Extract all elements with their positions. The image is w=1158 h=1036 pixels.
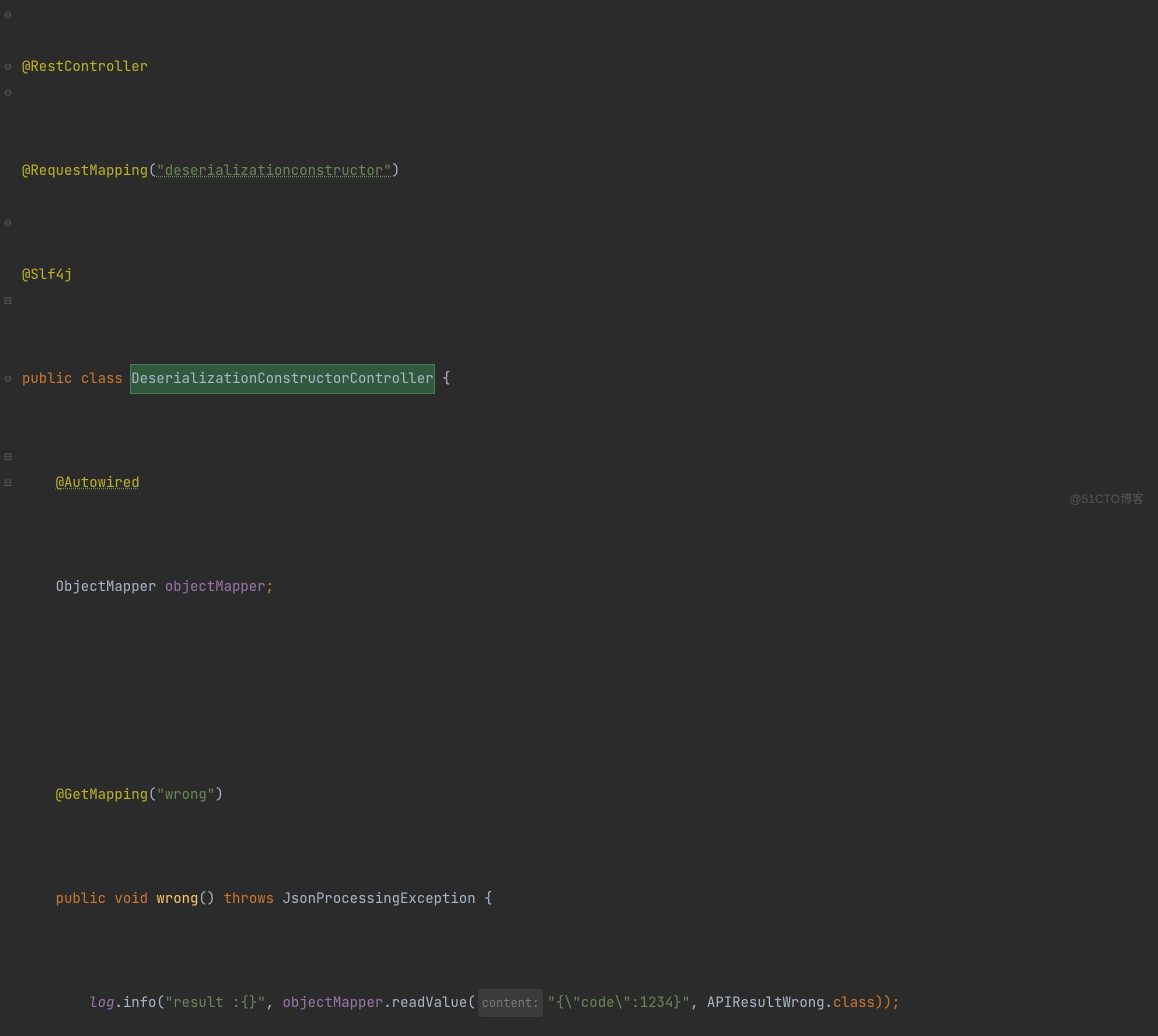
- semicolon: ;: [266, 574, 274, 600]
- fold-icon[interactable]: ⊖: [2, 61, 14, 73]
- keyword: public: [56, 886, 115, 912]
- code-line[interactable]: @RestController: [22, 54, 1152, 80]
- method-name: wrong: [156, 886, 198, 912]
- brace: {: [434, 366, 451, 392]
- fold-icon[interactable]: [2, 191, 14, 203]
- code-line[interactable]: public void wrong() throws JsonProcessin…: [22, 886, 1152, 912]
- code-line[interactable]: public class DeserializationConstructorC…: [22, 366, 1152, 392]
- dot: .: [114, 990, 122, 1016]
- gutter: ⊖ ⊖ ⊖ ⊖ ⊟ ⊖ ⊟ ⊟: [0, 0, 16, 518]
- fold-icon[interactable]: ⊟: [2, 295, 14, 307]
- annotation: @Autowired: [56, 470, 140, 496]
- dot: .: [825, 990, 833, 1016]
- paren: ): [215, 782, 223, 808]
- string-literal: "wrong": [156, 782, 215, 808]
- indent: [22, 782, 56, 808]
- indent: [22, 990, 89, 1016]
- fold-icon[interactable]: [2, 321, 14, 333]
- fold-icon[interactable]: ⊖: [2, 9, 14, 21]
- field: objectMapper: [282, 990, 383, 1016]
- code-editor[interactable]: ⊖ ⊖ ⊖ ⊖ ⊟ ⊖ ⊟ ⊟ @RestController @Request…: [0, 0, 1158, 518]
- fold-icon[interactable]: [2, 243, 14, 255]
- indent: [22, 886, 56, 912]
- fold-icon[interactable]: [2, 399, 14, 411]
- code-line[interactable]: @RequestMapping("deserializationconstruc…: [22, 158, 1152, 184]
- code-line[interactable]: @Autowired: [22, 470, 1152, 496]
- paren: (: [467, 990, 475, 1016]
- static-field: log: [89, 990, 114, 1016]
- indent: [22, 574, 56, 600]
- brace: {: [484, 886, 492, 912]
- fold-icon[interactable]: ⊖: [2, 217, 14, 229]
- field: objectMapper: [165, 574, 266, 600]
- class-name: DeserializationConstructorController: [131, 365, 433, 393]
- method-call: info: [123, 990, 157, 1016]
- fold-icon[interactable]: [2, 139, 14, 151]
- keyword: throws: [224, 886, 283, 912]
- fold-icon[interactable]: [2, 113, 14, 125]
- string-literal: "result :{}": [165, 990, 266, 1016]
- parameter-hint: content:: [478, 989, 544, 1017]
- keyword: class: [833, 990, 875, 1016]
- keyword: class: [81, 366, 131, 392]
- paren: (): [198, 886, 223, 912]
- class-ref: APIResultWrong: [707, 990, 825, 1016]
- code-line[interactable]: @Slf4j: [22, 262, 1152, 288]
- paren: (: [148, 158, 156, 184]
- fold-icon[interactable]: [2, 35, 14, 47]
- code-line[interactable]: log.info("result :{}", objectMapper.read…: [22, 990, 1152, 1016]
- method-call: readValue: [392, 990, 468, 1016]
- annotation: @RestController: [22, 54, 148, 80]
- fold-icon[interactable]: [2, 165, 14, 177]
- fold-icon[interactable]: ⊟: [2, 477, 14, 489]
- close: ));: [875, 990, 900, 1016]
- type: ObjectMapper: [56, 574, 165, 600]
- annotation: @Slf4j: [22, 262, 72, 288]
- fold-icon[interactable]: ⊟: [2, 451, 14, 463]
- annotation: @RequestMapping: [22, 158, 148, 184]
- paren: (: [148, 782, 156, 808]
- indent: [22, 470, 56, 496]
- fold-icon[interactable]: ⊖: [2, 373, 14, 385]
- annotation: @GetMapping: [56, 782, 148, 808]
- code-area[interactable]: @RestController @RequestMapping("deseria…: [16, 0, 1158, 518]
- fold-icon[interactable]: [2, 269, 14, 281]
- fold-icon[interactable]: [2, 425, 14, 437]
- dot: .: [383, 990, 391, 1016]
- fold-icon[interactable]: ⊖: [2, 87, 14, 99]
- code-line-empty[interactable]: [22, 678, 1152, 704]
- exception-type: JsonProcessingException: [282, 886, 484, 912]
- keyword: void: [114, 886, 156, 912]
- code-line[interactable]: @GetMapping("wrong"): [22, 782, 1152, 808]
- keyword: public: [22, 366, 81, 392]
- code-line[interactable]: ObjectMapper objectMapper;: [22, 574, 1152, 600]
- paren: (: [156, 990, 164, 1016]
- comma: ,: [690, 990, 707, 1016]
- string-literal: "deserializationconstructor": [156, 158, 391, 184]
- string-literal: "{\"code\":1234}": [547, 990, 690, 1016]
- fold-icon[interactable]: [2, 347, 14, 359]
- watermark: @51CTO博客: [1069, 486, 1144, 512]
- comma: ,: [266, 990, 283, 1016]
- paren: ): [392, 158, 400, 184]
